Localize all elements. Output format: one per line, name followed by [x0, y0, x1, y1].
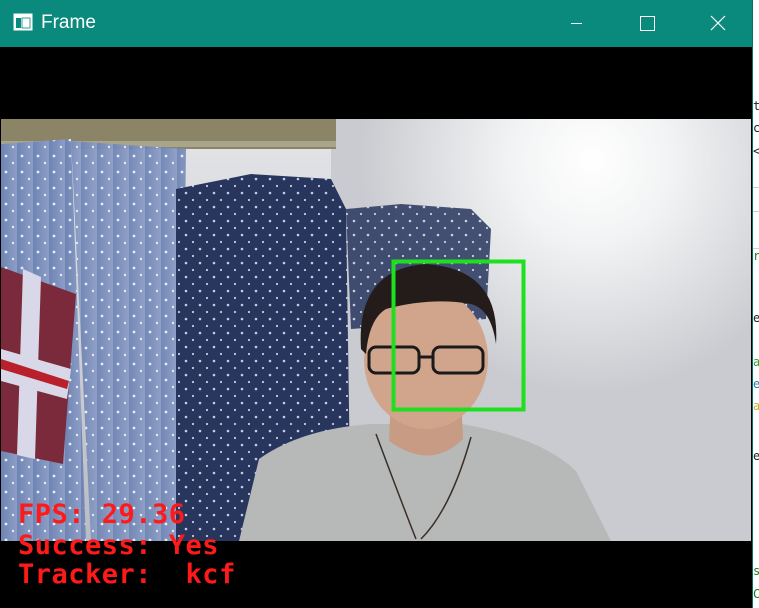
- title-bar[interactable]: Frame: [0, 0, 752, 47]
- frame-window: Frame FPS: 29.36 Success: Yes Tracker: k…: [0, 0, 752, 608]
- background-glyph: e: [753, 450, 759, 462]
- close-button[interactable]: [694, 0, 741, 47]
- close-icon: [710, 15, 726, 31]
- background-glyph: c: [753, 122, 759, 134]
- success-readout: Success: Yes: [18, 530, 220, 561]
- window-app-icon: [13, 13, 33, 31]
- maximize-icon: [640, 16, 655, 31]
- minimize-icon: [571, 23, 582, 24]
- tracking-box: [391, 259, 526, 412]
- fps-readout: FPS: 29.36: [18, 499, 186, 530]
- minimize-button[interactable]: [552, 0, 599, 47]
- tracker-readout: Tracker: kcf: [18, 559, 236, 590]
- maximize-button[interactable]: [623, 0, 670, 47]
- video-frame-area: FPS: 29.36 Success: Yes Tracker: kcf: [1, 47, 751, 608]
- background-glyph: r: [753, 250, 759, 262]
- background-glyph: a: [753, 400, 759, 412]
- background-glyph: C: [753, 588, 759, 600]
- background-glyph: e: [753, 378, 759, 390]
- background-glyph: <: [753, 145, 759, 157]
- background-glyph: e: [753, 312, 759, 324]
- background-glyph: a: [753, 356, 759, 368]
- window-title: Frame: [41, 12, 96, 33]
- background-glyph: t: [753, 100, 759, 112]
- background-glyph: s: [753, 565, 759, 577]
- background-window-edge: t c < r e a e a e s C: [751, 0, 759, 608]
